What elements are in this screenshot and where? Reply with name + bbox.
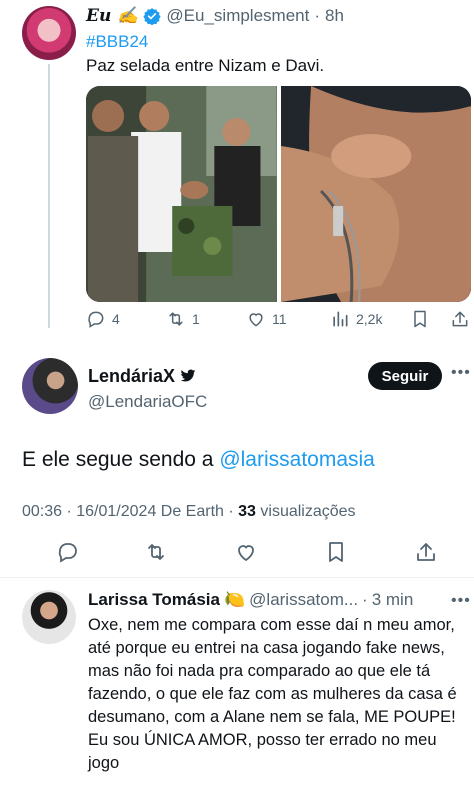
verified-badge-icon — [143, 8, 162, 25]
tweet2-mention[interactable]: @larissatomasia — [219, 448, 375, 471]
photo-handshake-closeup[interactable] — [280, 86, 471, 302]
tweet1-retweet-button[interactable]: 1 — [166, 309, 200, 329]
reply-time[interactable]: 3 min — [372, 590, 414, 610]
divider — [0, 577, 474, 578]
bookmark-icon — [414, 310, 426, 328]
tweet1-reply-button[interactable]: 4 — [86, 309, 120, 329]
reply-handle[interactable]: @larissatom... — [249, 590, 358, 610]
tweet2-body: E ele segue sendo a @larissatomasia — [22, 448, 375, 472]
tweet1-media[interactable] — [86, 86, 471, 302]
tweet2-name-text: LendáriaX — [88, 366, 176, 386]
photo-right-drawing — [280, 86, 471, 302]
tweet1-actions: 4 1 11 2,2k — [86, 309, 471, 333]
tweet1-avatar[interactable] — [22, 6, 76, 60]
tweet1-like-button[interactable]: 11 — [246, 309, 287, 329]
more-icon[interactable]: ••• — [451, 592, 471, 610]
separator-dot: · — [362, 590, 368, 609]
tweet1-share-button[interactable] — [450, 309, 470, 329]
thread-line — [48, 64, 50, 328]
reply-avatar[interactable] — [22, 590, 76, 644]
reply-display-name[interactable]: Larissa Tomásia — [88, 590, 220, 610]
views-icon — [333, 311, 348, 327]
photo-people-handshake[interactable] — [86, 86, 277, 302]
retweet-icon — [169, 312, 183, 326]
tweet2-meta: 00:36 · 16/01/2024 De Earth · 33 visuali… — [22, 503, 356, 521]
reply-header: Larissa Tomásia 🍋 @larissatom... · 3 min — [88, 590, 413, 610]
tweet1-text: Paz selada entre Nizam e Davi. — [86, 56, 325, 75]
tweet2-handle[interactable]: @LendariaOFC — [88, 392, 207, 412]
tweet1-display-name[interactable]: Eu ✍️ — [86, 6, 138, 26]
lemon-emoji: 🍋 — [223, 590, 246, 609]
views-count: 2,2k — [356, 311, 383, 327]
reply-icon — [88, 311, 104, 328]
reply-text: Oxe, nem me compara com esse daí n meu a… — [88, 616, 457, 772]
tweet2-actions — [22, 540, 452, 566]
tweet1-header: Eu ✍️ @Eu_simplesment · 8h — [86, 6, 344, 26]
reply-icon[interactable] — [56, 540, 80, 564]
share-icon — [452, 311, 468, 327]
photo-left-drawing — [86, 86, 277, 302]
like-icon[interactable] — [234, 540, 258, 564]
bird-icon — [180, 369, 196, 382]
tweet1-time[interactable]: 8h — [325, 6, 344, 26]
reply-count: 4 — [112, 311, 120, 327]
like-icon — [249, 313, 263, 327]
follow-button[interactable]: Seguir — [368, 362, 442, 390]
tweet1-handle[interactable]: @Eu_simplesment — [166, 6, 309, 26]
tweet1-views-button[interactable]: 2,2k — [330, 309, 382, 329]
tweet2-views-count: 33 — [238, 503, 256, 520]
tweet2-display-name[interactable]: LendáriaX — [88, 366, 196, 387]
tweet1-hashtag[interactable]: #BBB24 — [86, 32, 148, 52]
share-icon[interactable] — [414, 540, 438, 564]
retweet-count: 1 — [192, 311, 200, 327]
tweet2-text: E ele segue sendo a — [22, 448, 220, 471]
tweet2-timestamp[interactable]: 00:36 · 16/01/2024 De Earth · — [22, 503, 238, 520]
tweet2-views-label: visualizações — [255, 503, 356, 520]
more-icon[interactable]: ••• — [451, 364, 471, 382]
retweet-icon[interactable] — [144, 540, 168, 564]
separator-dot: · — [314, 6, 321, 25]
tweet1-bookmark-button[interactable] — [410, 309, 430, 329]
bookmark-icon[interactable] — [324, 540, 348, 564]
tweet2-avatar[interactable] — [22, 358, 78, 414]
like-count: 11 — [272, 311, 287, 327]
